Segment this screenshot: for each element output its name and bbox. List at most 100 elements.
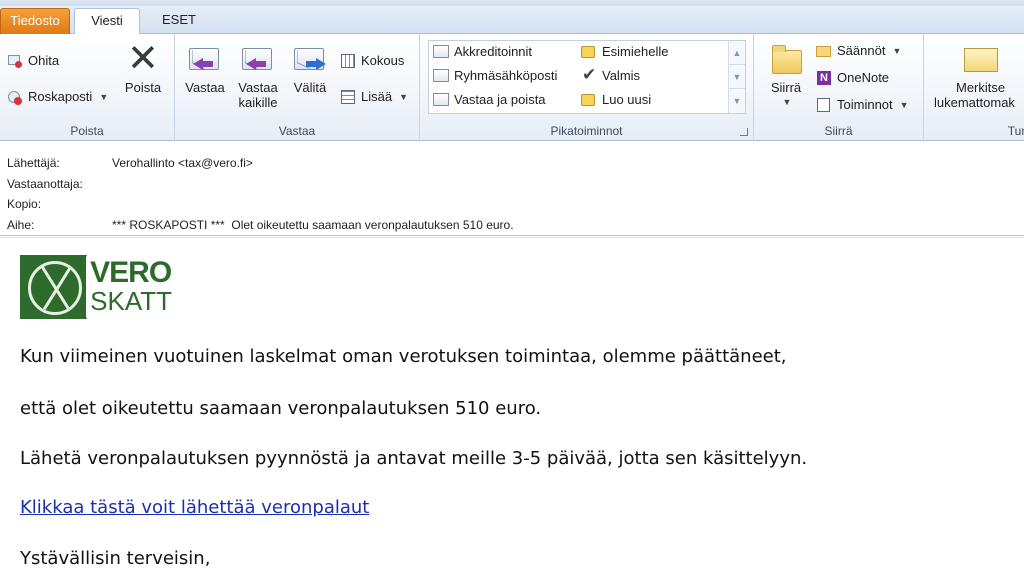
ignore-icon [7,53,23,69]
tags-group-label: Tun [1007,124,1024,138]
quickstep-label: Ryhmäsähköposti [454,68,558,83]
quicksteps-gallery: Akkreditoinnit Esimiehelle Ryhmäsähköpos… [428,40,746,114]
delete-group: Ohita Roskaposti ▼ ✕ Poista Poista [0,34,175,141]
body-link-row: Klikkaa tästä voit lähettää veronpalaut [20,497,369,518]
reply-button[interactable]: Vastaa [183,40,227,95]
rules-icon [816,43,832,59]
phishing-link[interactable]: Klikkaa tästä voit lähettää veronpalaut [20,497,369,518]
tags-group: Merkitse lukemattomak Tun [924,34,1024,141]
scroll-down-icon[interactable]: ▼ [729,65,745,89]
junk-icon [7,89,23,105]
forward-button[interactable]: Välitä [288,40,332,95]
from-label: Lähettäjä: [7,156,60,170]
to-manager-icon [581,44,597,60]
quickstep-esimiehelle[interactable]: Esimiehelle [581,41,668,63]
actions-label: Toiminnot [837,97,893,112]
ignore-label: Ohita [28,53,60,68]
to-label: Vastaanottaja: [7,177,83,191]
onenote-label: OneNote [837,70,890,85]
body-paragraph-2: että olet oikeutettu saamaan veronpalaut… [20,398,542,419]
ribbon: Ohita Roskaposti ▼ ✕ Poista Poista Vasta… [0,34,1024,141]
delete-label: Poista [124,80,162,95]
vero-skatt-logo: VERO SKATT [20,255,172,319]
message-headers: Lähettäjä: Verohallinto <tax@vero.fi> Va… [0,141,1024,236]
chevron-down-icon: ▼ [99,92,109,102]
subject-label: Aihe: [7,218,35,232]
actions-button[interactable]: Toiminnot ▼ [816,94,909,116]
mark-unread-envelope-icon [962,40,998,76]
reply-label: Vastaa [185,80,225,95]
subject-value: *** ROSKAPOSTI *** Olet oikeutettu saama… [112,218,514,232]
meeting-button[interactable]: Kokous [340,50,404,72]
body-paragraph-3: Lähetä veronpalautuksen pyynnöstä ja ant… [20,448,808,469]
from-value[interactable]: Verohallinto <tax@vero.fi> [112,154,253,172]
quickstep-label: Esimiehelle [602,44,669,59]
onenote-button[interactable]: N OneNote [816,67,889,89]
reply-all-button[interactable]: Vastaa kaikille [233,40,283,110]
reply-all-icon [240,40,276,76]
quicksteps-scrollbar[interactable]: ▲ ▼ ▼ [728,41,745,113]
quickstep-label: Luo uusi [602,92,652,107]
envelope-icon [433,44,449,60]
vero-emblem-icon [20,255,88,319]
body-paragraph-1: Kun viimeinen vuotuinen laskelmat oman v… [20,346,787,367]
mark-unread-button[interactable]: Merkitse lukemattomak [930,40,1024,110]
check-icon: ✔ [582,65,597,85]
chevron-down-icon: ▼ [892,46,902,56]
team-email-icon [433,68,449,84]
delete-x-icon: ✕ [127,36,159,80]
message-body: VERO SKATT Kun viimeinen vuotuinen laske… [0,237,1024,576]
delete-button[interactable]: ✕ Poista [120,36,166,95]
chevron-down-icon: ▼ [399,92,408,102]
forward-icon [292,40,328,76]
mark-unread-label-1: Merkitse [956,80,1006,95]
dialog-launcher-icon[interactable] [740,128,748,136]
logo-line2: SKATT [90,286,172,316]
reply-delete-icon [433,92,449,108]
meeting-icon [340,53,356,69]
chevron-down-icon: ▼ [899,100,909,110]
body-closing: Ystävällisin terveisin, [20,548,211,569]
delete-group-label: Poista [70,124,104,138]
tab-file[interactable]: Tiedosto [0,8,70,34]
quickstep-akkreditoinnit[interactable]: Akkreditoinnit [433,41,532,63]
move-button[interactable]: Siirrä ▼ [762,40,810,110]
junk-button[interactable]: Roskaposti ▼ [7,86,108,108]
forward-label: Välitä [293,80,327,95]
logo-text: VERO SKATT [90,256,172,316]
rules-button[interactable]: Säännöt ▼ [816,40,901,62]
quickstep-label: Akkreditoinnit [454,44,533,59]
quickstep-valmis[interactable]: ✔ Valmis [581,65,640,87]
rules-label: Säännöt [837,43,886,58]
quickstep-luo-uusi[interactable]: Luo uusi [581,89,651,111]
create-new-icon [581,92,597,108]
reply-all-label-2: kaikille [238,95,278,110]
more-button[interactable]: Lisää ▼ [340,86,408,108]
reply-all-label-1: Vastaa [238,80,278,95]
ignore-button[interactable]: Ohita [7,50,59,72]
reply-icon [187,40,223,76]
move-group: Siirrä ▼ Säännöt ▼ N OneNote Toiminnot ▼… [754,34,924,141]
respond-group: Vastaa Vastaa kaikille Välitä Kokous Lis… [175,34,420,141]
expand-gallery-icon[interactable]: ▼ [729,89,745,113]
mark-unread-label-2: lukemattomak [934,95,1015,110]
quickstep-label: Valmis [602,68,641,83]
actions-icon [816,97,832,113]
onenote-icon: N [816,70,832,86]
more-icon [340,89,356,105]
tab-eset[interactable]: ESET [146,8,212,34]
quickstep-ryhmasahkoposti[interactable]: Ryhmäsähköposti [433,65,557,87]
quicksteps-group-label: Pikatoiminnot [550,124,623,138]
respond-group-label: Vastaa [278,124,316,138]
move-label: Siirrä [770,80,802,95]
junk-label: Roskaposti [28,89,93,104]
quickstep-label: Vastaa ja poista [454,92,546,107]
quickstep-vastaa-ja-poista[interactable]: Vastaa ja poista [433,89,546,111]
tab-message[interactable]: Viesti [74,8,140,35]
scroll-up-icon[interactable]: ▲ [729,41,745,65]
ribbon-tabs: Tiedosto Viesti ESET [0,6,1024,35]
logo-line1: VERO [90,256,172,289]
cc-label: Kopio: [7,197,42,211]
meeting-label: Kokous [361,53,405,68]
folder-move-icon [768,40,804,76]
